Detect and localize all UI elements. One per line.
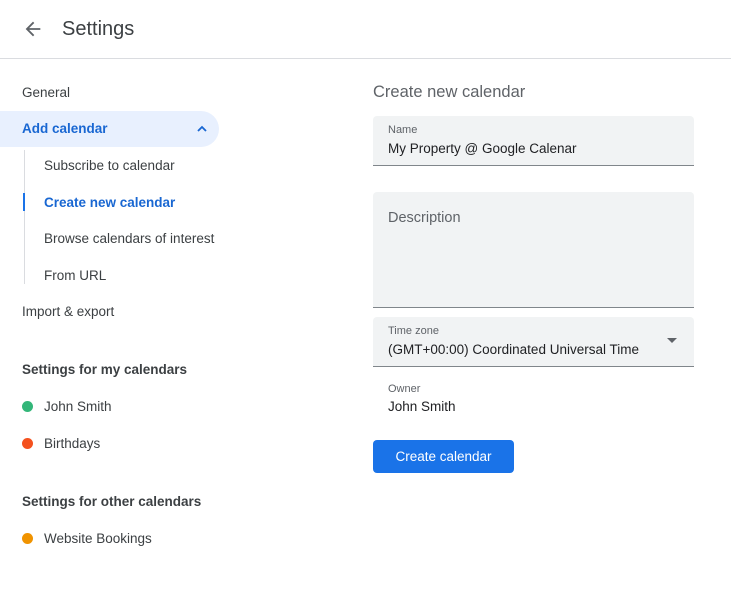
sidebar-calendar-john-smith[interactable]: John Smith [44,399,112,414]
calendar-color-dot [22,438,33,449]
section-heading: Create new calendar [373,83,526,101]
timezone-select[interactable]: Time zone (GMT+00:00) Coordinated Univer… [373,317,694,367]
sidebar-item-from-url[interactable]: From URL [44,268,106,283]
my-calendars-heading: Settings for my calendars [22,362,188,377]
submenu-line [24,150,25,284]
sidebar-item-general[interactable]: General [22,85,70,100]
selected-indicator [23,193,25,211]
name-field[interactable]: Name My Property @ Google Calenar [373,116,694,166]
sidebar-calendar-birthdays[interactable]: Birthdays [44,436,100,451]
timezone-label: Time zone [388,325,439,337]
chevron-up-icon [197,125,207,132]
description-field[interactable]: Description [373,192,694,308]
back-arrow-icon[interactable] [22,18,44,40]
owner-value: John Smith [388,399,456,414]
create-calendar-button[interactable]: Create calendar [373,440,514,473]
owner-label: Owner [388,383,421,395]
other-calendars-heading: Settings for other calendars [22,494,202,509]
dropdown-arrow-icon[interactable] [667,338,677,344]
page-title: Settings [62,18,135,40]
sidebar-calendar-website-bookings[interactable]: Website Bookings [44,531,152,546]
sidebar-item-subscribe[interactable]: Subscribe to calendar [44,158,175,173]
sidebar-item-add-calendar[interactable]: Add calendar [0,111,219,147]
sidebar-item-label: Add calendar [22,121,108,136]
description-placeholder: Description [388,210,461,226]
calendar-color-dot [22,401,33,412]
header: Settings [0,0,731,59]
name-label: Name [388,124,418,136]
timezone-value: (GMT+00:00) Coordinated Universal Time [388,342,639,357]
sidebar-item-browse[interactable]: Browse calendars of interest [44,231,214,246]
sidebar-item-create-new[interactable]: Create new calendar [44,195,175,210]
sidebar-item-import-export[interactable]: Import & export [22,304,114,319]
calendar-color-dot [22,533,33,544]
name-value[interactable]: My Property @ Google Calenar [388,141,577,156]
